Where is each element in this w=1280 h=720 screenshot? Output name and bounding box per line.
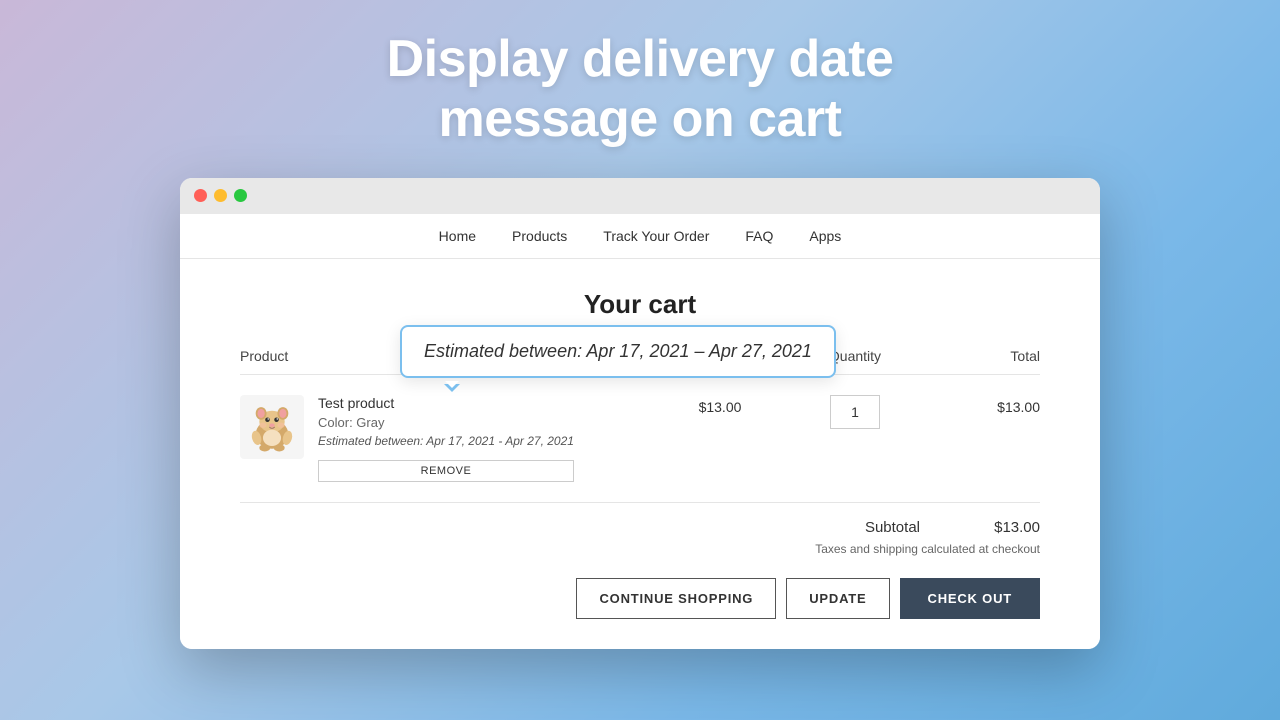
remove-button[interactable]: REMOVE [318, 460, 574, 482]
cart-title: Your cart [240, 289, 1040, 320]
close-dot [194, 189, 207, 202]
browser-content: Home Products Track Your Order FAQ Apps … [180, 214, 1100, 649]
quantity-col [790, 395, 920, 429]
nav-item-apps[interactable]: Apps [809, 228, 841, 244]
quantity-input[interactable] [830, 395, 880, 429]
item-total: $13.00 [920, 395, 1040, 415]
col-header-total: Total [920, 348, 1040, 364]
item-price: $13.00 [650, 395, 790, 415]
taxes-note: Taxes and shipping calculated at checkou… [815, 542, 1040, 556]
hero-title: Display delivery date message on cart [387, 30, 894, 150]
subtotal-section: Subtotal $13.00 Taxes and shipping calcu… [240, 503, 1040, 564]
nav-item-faq[interactable]: FAQ [745, 228, 773, 244]
product-variant: Color: Gray [318, 415, 574, 430]
nav-item-products[interactable]: Products [512, 228, 567, 244]
nav-item-home[interactable]: Home [439, 228, 476, 244]
product-image-hamster [243, 398, 301, 456]
continue-shopping-button[interactable]: CONTINUE SHOPPING [576, 578, 776, 619]
nav-item-track-order[interactable]: Track Your Order [603, 228, 709, 244]
minimize-dot [214, 189, 227, 202]
subtotal-label: Subtotal [865, 519, 920, 536]
product-image [240, 395, 304, 459]
cart-section: Your cart Product Price Quantity Total E… [180, 259, 1100, 649]
cart-item: Estimated between: Apr 17, 2021 – Apr 27… [240, 375, 1040, 503]
action-buttons: CONTINUE SHOPPING UPDATE CHECK OUT [240, 564, 1040, 629]
subtotal-row: Subtotal $13.00 [865, 519, 1040, 536]
product-delivery-estimate: Estimated between: Apr 17, 2021 - Apr 27… [318, 434, 574, 448]
checkout-button[interactable]: CHECK OUT [900, 578, 1040, 619]
tooltip-text: Estimated between: Apr 17, 2021 – Apr 27… [424, 341, 812, 361]
product-name: Test product [318, 395, 574, 411]
maximize-dot [234, 189, 247, 202]
delivery-tooltip: Estimated between: Apr 17, 2021 – Apr 27… [400, 325, 836, 378]
product-col: Test product Color: Gray Estimated betwe… [240, 395, 650, 482]
product-details: Test product Color: Gray Estimated betwe… [318, 395, 574, 482]
update-button[interactable]: UPDATE [786, 578, 889, 619]
nav-bar: Home Products Track Your Order FAQ Apps [180, 214, 1100, 259]
browser-chrome [180, 178, 1100, 214]
subtotal-value: $13.00 [980, 519, 1040, 536]
browser-window: Home Products Track Your Order FAQ Apps … [180, 178, 1100, 649]
tooltip-bubble: Estimated between: Apr 17, 2021 – Apr 27… [400, 325, 836, 378]
